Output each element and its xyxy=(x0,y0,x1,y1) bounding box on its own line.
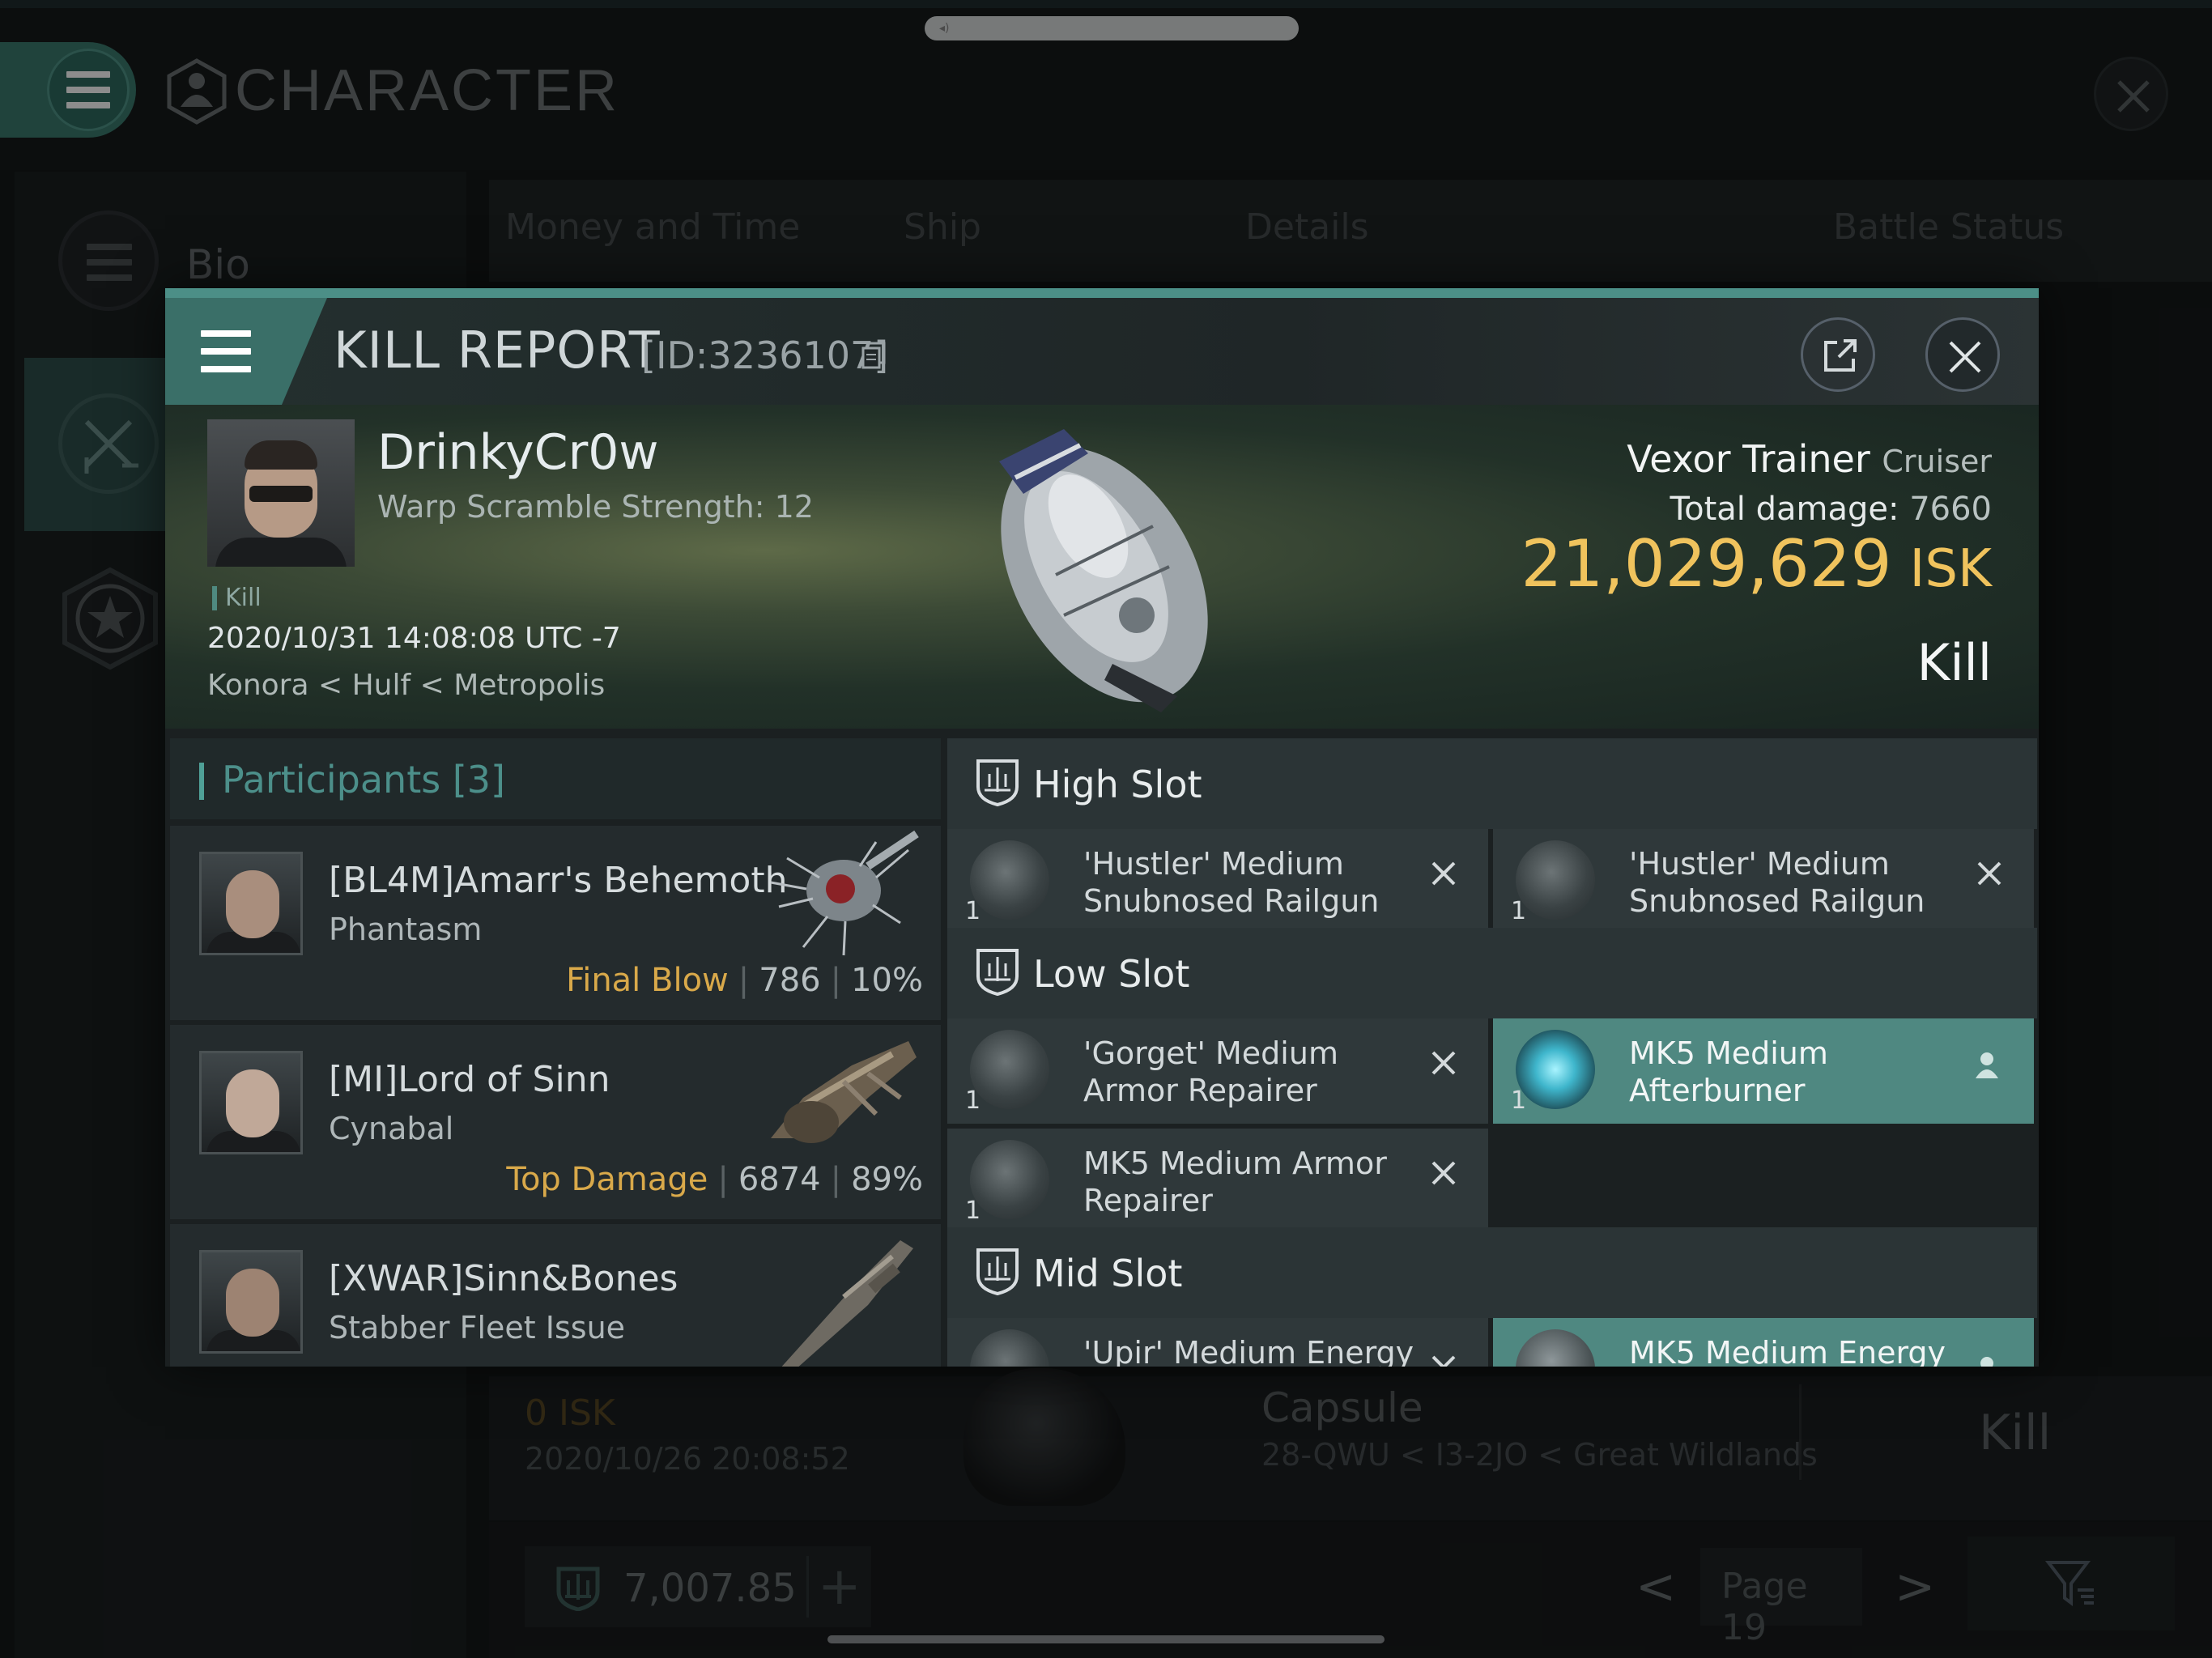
railgun-icon xyxy=(1516,840,1595,920)
victim-ship[interactable]: Vexor Trainer Cruiser xyxy=(1627,437,1992,481)
mid-slot-label: Mid Slot xyxy=(1033,1252,1183,1295)
kill-datetime: 2020/10/31 14:08:08 UTC -7 xyxy=(207,622,621,655)
copy-icon[interactable] xyxy=(861,342,886,369)
participant-name: [XWAR]Sinn&Bones xyxy=(329,1258,678,1299)
participant-avatar[interactable] xyxy=(199,852,303,955)
share-button[interactable] xyxy=(1801,317,1875,392)
module-quantity: 1 xyxy=(1511,1086,1527,1115)
hamburger-icon xyxy=(201,330,251,372)
isk-amount: 21,029,629 xyxy=(1521,526,1892,602)
cynabal-ship-icon[interactable] xyxy=(755,1025,925,1163)
high-slot-label: High Slot xyxy=(1033,763,1202,806)
mid-slot-header: Mid Slot xyxy=(947,1227,2037,1318)
module-item-selected[interactable]: MK5 Medium Energy xyxy=(1493,1318,2034,1367)
mid-slot-icon xyxy=(975,1247,1020,1297)
module-quantity: 1 xyxy=(965,897,981,925)
ship-class: Cruiser xyxy=(1882,444,1992,479)
participant-ship: Cynabal xyxy=(329,1111,454,1146)
final-blow-label: Final Blow xyxy=(566,962,729,999)
module-name: MK5 Medium Energy xyxy=(1629,1335,1946,1367)
module-item[interactable]: 1 'Hustler' Medium Snubnosed Railgun xyxy=(1493,829,2034,934)
destroyed-icon xyxy=(1430,1354,1457,1367)
kill-report-dialog: KILL REPORT [ID:3236107] DrinkyCr0w Warp… xyxy=(165,288,2039,1367)
railgun-icon xyxy=(970,840,1049,920)
armor-repairer-icon xyxy=(970,1030,1049,1109)
participant-ship: Phantasm xyxy=(329,912,483,947)
total-damage-label: Total damage: xyxy=(1670,491,1899,528)
participant-avatar[interactable] xyxy=(199,1051,303,1154)
module-item-selected[interactable]: 1 MK5 Medium Afterburner xyxy=(1493,1018,2034,1124)
module-name: MK5 Medium Armor Repairer xyxy=(1083,1146,1387,1218)
participant-row[interactable]: [MI]Lord of Sinn Cynabal Top Damage | 6874… xyxy=(170,1025,941,1219)
energy-module-icon xyxy=(1516,1329,1595,1367)
victim-ship-image[interactable] xyxy=(967,405,1242,729)
dialog-title: KILL REPORT xyxy=(334,321,661,380)
participant-damage: 786 xyxy=(759,962,821,999)
module-name: 'Hustler' Medium Snubnosed Railgun xyxy=(1629,846,1925,919)
victim-summary: DrinkyCr0w Warp Scramble Strength: 12 Ki… xyxy=(165,405,2039,729)
kill-location[interactable]: Konora < Hulf < Metropolis xyxy=(207,669,605,702)
total-damage-value: 7660 xyxy=(1909,491,1992,528)
module-name: MK5 Medium Afterburner xyxy=(1629,1035,1828,1108)
kill-report-id: [ID:3236107] xyxy=(641,334,889,377)
destroyed-icon xyxy=(1430,1159,1457,1187)
participant-percent: 89% xyxy=(851,1161,923,1198)
high-slot-icon xyxy=(975,758,1020,808)
participants-header: Participants [3] xyxy=(170,738,941,819)
close-icon xyxy=(1949,341,1981,373)
phantasm-ship-icon[interactable] xyxy=(755,826,925,963)
module-name: 'Hustler' Medium Snubnosed Railgun xyxy=(1083,846,1380,919)
module-item[interactable]: 1 MK5 Medium Armor Repairer xyxy=(947,1129,1488,1234)
stabber-fleet-issue-ship-icon[interactable] xyxy=(755,1224,925,1367)
victim-name[interactable]: DrinkyCr0w xyxy=(377,424,659,481)
participants-count: [3] xyxy=(452,758,506,801)
participants-accent xyxy=(199,763,204,800)
isk-unit: ISK xyxy=(1909,539,1992,599)
dropped-person-icon xyxy=(1971,1354,2003,1367)
low-slot-icon xyxy=(975,947,1020,997)
participants-label: Participants xyxy=(222,758,441,801)
participant-row[interactable]: [XWAR]Sinn&Bones Stabber Fleet Issue xyxy=(170,1224,941,1367)
low-slot-header: Low Slot xyxy=(947,928,2037,1018)
participant-avatar[interactable] xyxy=(199,1250,303,1354)
armor-repairer-icon xyxy=(970,1140,1049,1219)
module-quantity: 1 xyxy=(1511,897,1527,925)
participant-ship: Stabber Fleet Issue xyxy=(329,1310,626,1346)
dialog-close-button[interactable] xyxy=(1925,317,2000,392)
kill-tag: Kill xyxy=(212,586,262,610)
participant-name: [BL4M]Amarr's Behemoth xyxy=(329,860,788,901)
destroyed-icon xyxy=(1976,860,2003,887)
low-slot-label: Low Slot xyxy=(1033,952,1190,996)
participant-stats: Final Blow | 786 | 10% xyxy=(566,962,923,999)
energy-module-icon xyxy=(970,1329,1049,1367)
module-item[interactable]: 1 'Hustler' Medium Snubnosed Railgun xyxy=(947,829,1488,934)
participant-row[interactable]: [BL4M]Amarr's Behemoth Phantasm Final Bl… xyxy=(170,826,941,1020)
participant-stats: Top Damage | 6874 | 89% xyxy=(506,1161,923,1198)
share-icon xyxy=(1824,339,1857,372)
module-quantity: 1 xyxy=(965,1086,981,1115)
module-item[interactable]: 'Upir' Medium Energy xyxy=(947,1318,1488,1367)
module-name: 'Upir' Medium Energy xyxy=(1083,1335,1414,1367)
high-slot-header: High Slot xyxy=(947,738,2037,829)
module-item[interactable]: 1 'Gorget' Medium Armor Repairer xyxy=(947,1018,1488,1124)
destroyed-icon xyxy=(1430,1049,1457,1077)
victim-avatar[interactable] xyxy=(207,419,355,567)
warp-scramble-strength: Warp Scramble Strength: 12 xyxy=(377,489,814,525)
module-name: 'Gorget' Medium Armor Repairer xyxy=(1083,1035,1338,1108)
destroyed-icon xyxy=(1430,860,1457,887)
participants-title: Participants [3] xyxy=(222,758,505,801)
dropped-person-icon xyxy=(1971,1049,2003,1082)
total-damage: Total damage: 7660 xyxy=(1670,491,1992,528)
afterburner-icon xyxy=(1516,1030,1595,1109)
module-quantity: 1 xyxy=(965,1197,981,1225)
participant-name: [MI]Lord of Sinn xyxy=(329,1059,610,1100)
top-damage-label: Top Damage xyxy=(506,1161,708,1198)
isk-value: 21,029,629 ISK xyxy=(1521,526,1992,602)
kill-result: Kill xyxy=(1916,633,1992,692)
participant-damage: 6874 xyxy=(738,1161,821,1198)
participant-percent: 10% xyxy=(851,962,923,999)
ship-name: Vexor Trainer xyxy=(1627,437,1870,481)
